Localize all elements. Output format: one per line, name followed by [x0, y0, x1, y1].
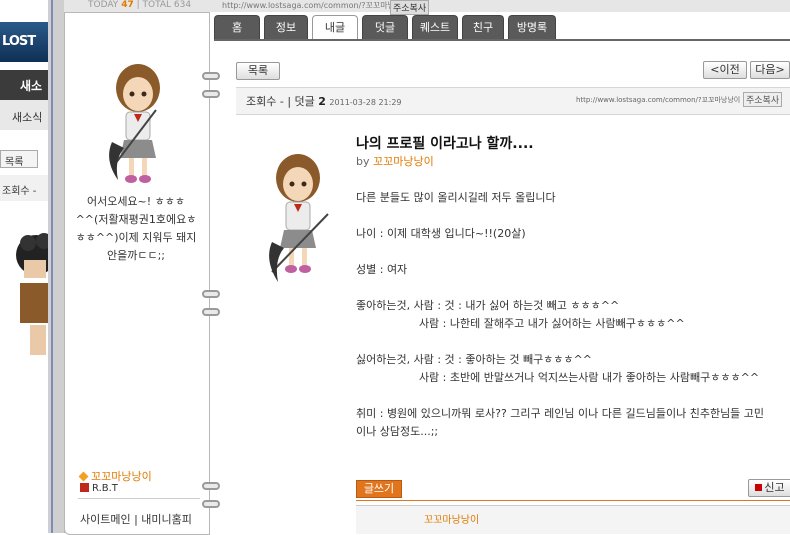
post-line: 나이 : 이제 대학생 입니다~!!(20살)	[356, 227, 526, 240]
post-title: 나의 프로필 이라고나 할까....	[356, 136, 534, 152]
background-list-button[interactable]: 목록	[0, 150, 38, 168]
tab-home[interactable]: 홈	[214, 15, 260, 39]
post-line: 이나 상담정도...;;	[356, 425, 439, 438]
today-label: TODAY	[88, 0, 119, 10]
profile-divider	[78, 498, 200, 499]
report-icon	[755, 484, 763, 491]
post-line: 좋아하는것, 사람 : 것 : 내가 싫어 하는것 빼고 ㅎㅎㅎ^^	[356, 299, 620, 312]
post-author[interactable]: 꼬꼬마낭낭이	[373, 155, 434, 168]
background-character-image	[16, 233, 48, 355]
today-count: 47	[121, 0, 134, 10]
lostsaga-logo: LOST	[0, 22, 48, 62]
profile-links[interactable]: 사이트메인 | 내미니홈피	[80, 511, 192, 527]
post-url: http://www.lostsaga.com/common/?꼬꼬마낭낭이	[576, 96, 741, 104]
post-line: 사람 : 나한테 잘해주고 내가 싫어하는 사람빼구ㅎㅎㅎ^^	[356, 317, 685, 330]
views-comments-label: 조회수 - | 덧글	[246, 95, 315, 108]
header-url: http://www.lostsaga.com/common/?꼬꼬마낭낭이	[222, 1, 410, 10]
footer-divider	[356, 500, 790, 501]
background-news-label: 새소	[20, 79, 43, 93]
background-list-label: 목록	[5, 157, 24, 168]
background-news-header: 새소	[0, 70, 48, 100]
background-sub-label: 새소식	[12, 111, 43, 124]
next-button[interactable]: 다음>	[750, 61, 790, 79]
post-date: 2011-03-28 21:29	[329, 98, 402, 107]
list-button[interactable]: 목록	[236, 62, 280, 80]
post-line: 싫어하는것, 사람 : 것 : 좋아하는 것 빼구ㅎㅎㅎ^^	[356, 353, 592, 366]
spring-ring	[202, 290, 220, 298]
comment-author[interactable]: 꼬꼬마낭낭이	[424, 511, 479, 526]
post-line: 취미 : 병원에 있으니까뭐 로사?? 그리구 레인님 이나 다른 길드님들이나…	[356, 407, 765, 420]
tab-comments[interactable]: 덧글	[362, 15, 408, 39]
background-sub-header: 새소식	[0, 100, 48, 130]
background-page: LOST 새소 새소식 목록 조회수 -	[0, 0, 48, 533]
tab-my-posts[interactable]: 내글	[312, 15, 358, 41]
visitor-counter: TODAY 47 | TOTAL 634	[88, 0, 192, 10]
by-label: by	[356, 155, 370, 168]
tab-info[interactable]: 정보	[264, 15, 308, 39]
comment-area	[356, 505, 790, 534]
post-byline: by 꼬꼬마낭낭이	[356, 153, 434, 169]
profile-guild-text: R.B.T	[92, 483, 118, 494]
post-meta: 조회수 - | 덧글 2 2011-03-28 21:29	[246, 93, 402, 109]
post-line: 사람 : 초반에 반말쓰거나 억지쓰는사람 내가 좋아하는 사람빼구ㅎㅎㅎ^^	[356, 371, 760, 384]
post-line: 성별 : 여자	[356, 263, 408, 276]
prev-button[interactable]: <이전	[703, 61, 747, 79]
profile-username-text: 꼬꼬마낭낭이	[91, 470, 152, 483]
tab-friends[interactable]: 친구	[462, 15, 504, 39]
diamond-icon	[78, 471, 89, 482]
post-line: 다른 분들도 많이 올리시길레 저두 올립니다	[356, 191, 556, 204]
header-copy-address-button[interactable]: 주소복사	[390, 0, 430, 15]
spring-ring	[202, 482, 220, 490]
profile-greeting: 어서오세요~! ㅎㅎㅎ^^(저활재평권1호에요ㅎㅎㅎ^^)이제 지워두 돼지안을…	[75, 195, 197, 262]
spring-ring	[202, 308, 220, 316]
background-views-label: 조회수 -	[2, 186, 37, 197]
profile-username[interactable]: 꼬꼬마낭낭이	[78, 468, 152, 484]
total-count: 634	[173, 0, 192, 10]
background-views-bar: 조회수 -	[0, 175, 48, 201]
comment-count: 2	[318, 95, 326, 108]
notebook-spring	[202, 12, 220, 533]
spring-ring	[202, 500, 220, 508]
tab-guestbook[interactable]: 방명록	[508, 15, 556, 39]
write-button[interactable]: 글쓰기	[356, 480, 402, 498]
tab-underline	[214, 39, 790, 41]
post-avatar-image	[269, 154, 329, 282]
spring-ring	[202, 72, 220, 80]
spring-ring	[202, 90, 220, 98]
guild-emblem-icon	[80, 483, 89, 492]
report-button[interactable]: 신고	[748, 479, 790, 497]
profile-avatar	[109, 64, 160, 183]
report-label: 신고	[764, 481, 785, 494]
total-label: TOTAL	[142, 0, 172, 10]
profile-guild[interactable]: R.B.T	[80, 483, 118, 494]
post-copy-address-button[interactable]: 주소복사	[743, 92, 783, 107]
tab-quests[interactable]: 퀘스트	[412, 15, 458, 39]
popup-frame	[48, 0, 65, 533]
